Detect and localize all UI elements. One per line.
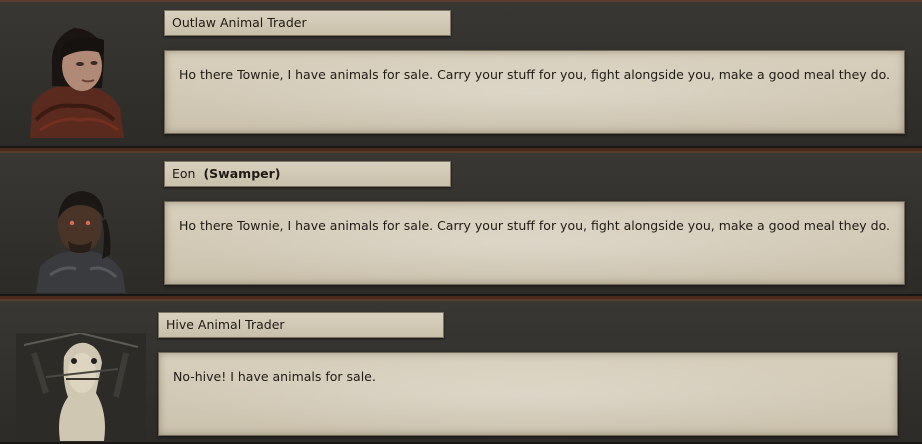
speaker-faction: (Swamper) — [203, 166, 281, 181]
speech-text: Ho there Townie, I have animals for sale… — [179, 218, 890, 233]
dialogue-entry: Hive Animal Trader No-hive! I have anima… — [0, 296, 922, 444]
hive-trader-portrait-icon — [16, 333, 146, 441]
speaker-name-plate: Outlaw Animal Trader — [164, 10, 451, 36]
dialogue-log: Outlaw Animal Trader Ho there Townie, I … — [0, 0, 922, 444]
speech-text-box: Ho there Townie, I have animals for sale… — [164, 201, 905, 285]
speech-text: Ho there Townie, I have animals for sale… — [179, 67, 890, 82]
speech-text-box: No-hive! I have animals for sale. — [158, 352, 898, 436]
dialogue-entry: Outlaw Animal Trader Ho there Townie, I … — [0, 0, 922, 148]
swamper-man-portrait-icon — [30, 175, 130, 293]
female-outlaw-portrait-icon — [22, 8, 128, 138]
speaker-name: Outlaw Animal Trader — [172, 15, 307, 30]
speaker-name-plate: Eon (Swamper) — [164, 161, 451, 187]
speech-text: No-hive! I have animals for sale. — [173, 369, 376, 384]
speech-text-box: Ho there Townie, I have animals for sale… — [164, 50, 905, 134]
dialogue-entry: Eon (Swamper) Ho there Townie, I have ani… — [0, 148, 922, 296]
speaker-name: Eon — [172, 166, 196, 181]
speaker-name: Hive Animal Trader — [166, 317, 285, 332]
speaker-name-plate: Hive Animal Trader — [158, 312, 444, 338]
